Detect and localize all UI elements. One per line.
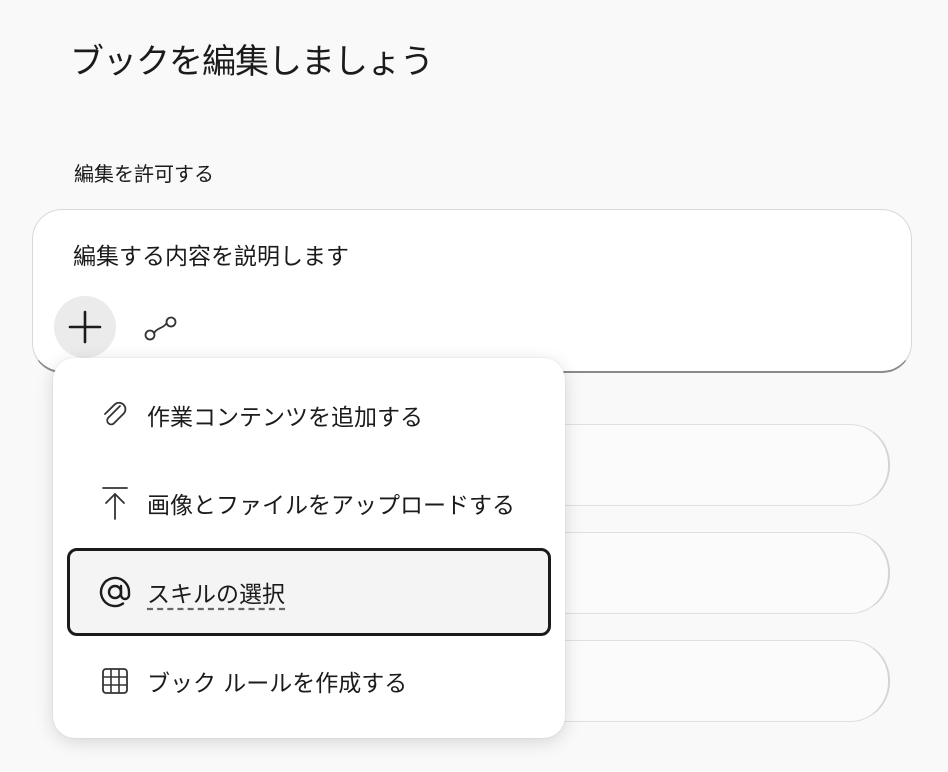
suggestion-card[interactable] [540, 640, 890, 722]
suggestion-card[interactable] [540, 424, 890, 506]
page-title: ブックを編集しましょう [70, 42, 434, 82]
menu-item-create-book-rule[interactable]: ブック ルールを作成する [67, 638, 551, 724]
add-menu: 作業コンテンツを追加する 画像とファイルをアップロードする スキルの選択 ブック… [53, 358, 565, 738]
menu-item-select-skill[interactable]: スキルの選択 [67, 548, 551, 636]
compose-input-placeholder[interactable]: 編集する内容を説明します [73, 237, 349, 271]
suggestion-card[interactable] [540, 532, 890, 614]
menu-item-label: 作業コンテンツを追加する [147, 405, 423, 431]
plus-icon [68, 310, 102, 344]
compose-box[interactable]: 編集する内容を説明します [32, 209, 912, 373]
paperclip-icon [97, 397, 133, 433]
menu-item-label: ブック ルールを作成する [147, 671, 408, 697]
upload-icon [97, 485, 133, 521]
menu-item-label: 画像とファイルをアップロードする [147, 493, 515, 519]
at-sign-icon [97, 574, 133, 610]
section-label: 編集を許可する [74, 162, 214, 186]
table-grid-icon [97, 663, 133, 699]
menu-item-label: スキルの選択 [147, 582, 285, 608]
add-button[interactable] [54, 296, 116, 358]
menu-item-upload[interactable]: 画像とファイルをアップロードする [67, 460, 551, 546]
link-button[interactable] [143, 310, 179, 346]
menu-item-add-work-content[interactable]: 作業コンテンツを追加する [67, 372, 551, 458]
link-icon [144, 316, 177, 341]
